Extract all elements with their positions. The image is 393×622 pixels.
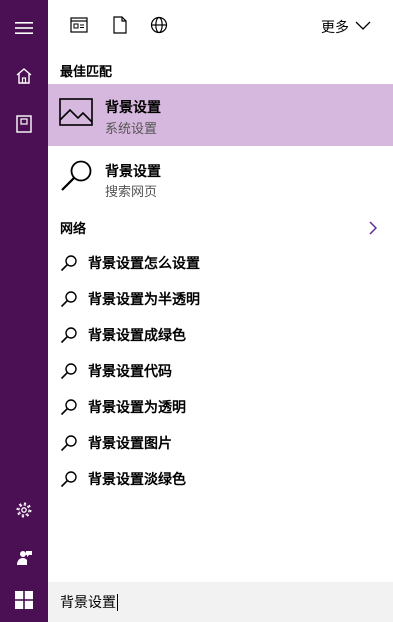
documents-filter-button[interactable]: [109, 16, 131, 38]
search-icon: [60, 362, 78, 380]
apps-filter-icon: [70, 17, 88, 37]
suggestion-item[interactable]: 背景设置淡绿色: [48, 462, 393, 492]
suggestion-item[interactable]: 背景设置怎么设置: [48, 246, 393, 276]
more-label: 更多: [321, 20, 349, 36]
search-icon: [60, 254, 78, 272]
search-icon: [59, 158, 95, 194]
suggestion-item[interactable]: 背景设置图片: [48, 426, 393, 456]
home-icon: [15, 67, 33, 85]
apps-filter-button[interactable]: [68, 16, 90, 38]
search-input[interactable]: 背景设置: [48, 582, 393, 622]
feedback-button[interactable]: [0, 534, 48, 582]
search-icon: [60, 434, 78, 452]
network-section-header[interactable]: 网络: [48, 214, 393, 240]
suggestion-item[interactable]: 背景设置为透明: [48, 390, 393, 420]
suggestion-text: 背景设置图片: [88, 436, 172, 452]
network-heading: 网络: [60, 222, 87, 237]
notebook-icon: [16, 115, 32, 133]
hamburger-menu-button[interactable]: [0, 4, 48, 52]
search-icon: [60, 398, 78, 416]
search-icon: [60, 290, 78, 308]
suggestion-item[interactable]: 背景设置代码: [48, 354, 393, 384]
best-match-title: 背景设置: [105, 100, 161, 116]
suggestion-text: 背景设置为透明: [88, 400, 186, 416]
results-panel: 更多 最佳匹配 背景设置 系统设置 背景设置 搜索网页 网络 背景设置怎么设置 …: [48, 0, 393, 582]
taskbar: 背景设置: [0, 582, 393, 622]
left-rail: [0, 0, 48, 582]
web-filter-icon: [150, 16, 168, 38]
windows-logo-icon: [15, 591, 33, 613]
gear-icon: [15, 501, 33, 519]
suggestion-text: 背景设置淡绿色: [88, 472, 186, 488]
text-cursor: [117, 593, 118, 611]
home-button[interactable]: [0, 52, 48, 100]
best-match-subtitle: 系统设置: [105, 122, 158, 137]
hamburger-menu-icon: [15, 21, 33, 35]
more-filters-button[interactable]: 更多: [321, 15, 371, 39]
chevron-down-icon: [355, 19, 371, 35]
suggestion-text: 背景设置成绿色: [88, 328, 186, 344]
web-result-title: 背景设置: [105, 164, 161, 180]
web-result-subtitle: 搜索网页: [105, 185, 158, 200]
picture-icon: [59, 98, 93, 130]
search-icon: [60, 326, 78, 344]
search-input-value: 背景设置: [60, 595, 116, 611]
documents-filter-icon: [113, 16, 127, 38]
settings-button[interactable]: [0, 486, 48, 534]
feedback-icon: [15, 549, 33, 567]
chevron-right-icon: [369, 220, 378, 239]
notebook-button[interactable]: [0, 100, 48, 148]
suggestion-text: 背景设置为半透明: [88, 292, 200, 308]
web-search-result[interactable]: 背景设置 搜索网页: [48, 152, 393, 208]
best-match-result[interactable]: 背景设置 系统设置: [48, 84, 393, 146]
start-button[interactable]: [0, 582, 48, 622]
suggestion-text: 背景设置怎么设置: [88, 256, 200, 272]
suggestion-item[interactable]: 背景设置成绿色: [48, 318, 393, 348]
suggestion-item[interactable]: 背景设置为半透明: [48, 282, 393, 312]
filter-bar: 更多: [48, 0, 393, 53]
web-filter-button[interactable]: [148, 16, 170, 38]
best-match-heading: 最佳匹配: [60, 65, 113, 80]
search-icon: [60, 470, 78, 488]
suggestion-text: 背景设置代码: [88, 364, 172, 380]
